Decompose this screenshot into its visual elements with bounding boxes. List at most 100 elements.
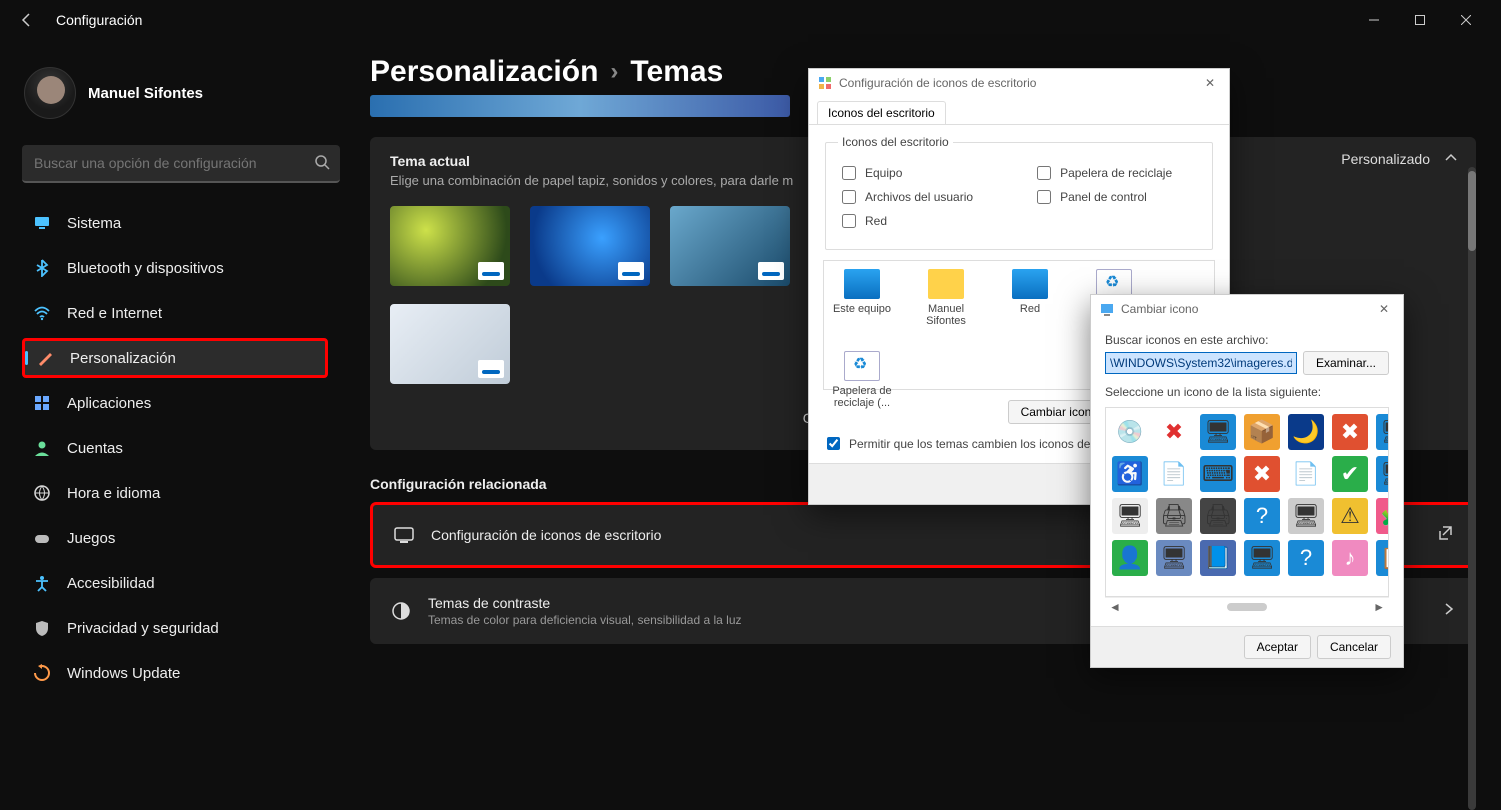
grid-icon[interactable]: 🖥	[1376, 414, 1389, 450]
dialog-titlebar[interactable]: Configuración de iconos de escritorio ✕	[809, 69, 1229, 97]
grid-icon[interactable]: ?	[1288, 540, 1324, 576]
grid-icon[interactable]: 👤	[1112, 540, 1148, 576]
theme-thumb-2[interactable]	[530, 206, 650, 286]
icon-label: Papelera de reciclaje (...	[832, 385, 892, 409]
search-input[interactable]	[32, 154, 314, 172]
sidebar-item-wifi[interactable]: Red e Internet	[22, 293, 328, 333]
grid-icon[interactable]: ✖	[1332, 414, 1368, 450]
scrollbar[interactable]	[1468, 167, 1476, 810]
close-button[interactable]	[1443, 5, 1489, 35]
checkbox-equipo[interactable]: Equipo	[838, 163, 973, 183]
grid-icon[interactable]: ✖	[1244, 456, 1280, 492]
checkbox-papelera-de-reciclaje[interactable]: Papelera de reciclaje	[1033, 163, 1172, 183]
theme-thumb-1[interactable]	[390, 206, 510, 286]
display-icon	[32, 213, 52, 233]
grid-icon[interactable]: 📄	[1156, 456, 1192, 492]
icon-path-input[interactable]	[1105, 352, 1297, 374]
sidebar-item-display[interactable]: Sistema	[22, 203, 328, 243]
grid-icon[interactable]: 🧩	[1376, 498, 1389, 534]
grid-icon[interactable]: 🖥	[1244, 540, 1280, 576]
grid-icon[interactable]: 🖨	[1200, 498, 1236, 534]
sidebar-item-bluetooth[interactable]: Bluetooth y dispositivos	[22, 248, 328, 288]
checkbox-input[interactable]	[842, 214, 856, 228]
grid-icon[interactable]: 📄	[1288, 456, 1324, 492]
dialog-title: Configuración de iconos de escritorio	[839, 76, 1036, 90]
checkbox-label: Red	[865, 214, 887, 228]
breadcrumb-chevron-icon: ›	[610, 58, 618, 86]
scroll-left-icon[interactable]: ◄	[1109, 600, 1121, 614]
sidebar-item-accessibility[interactable]: Accesibilidad	[22, 563, 328, 603]
browse-button[interactable]: Examinar...	[1303, 351, 1389, 375]
grid-icon[interactable]: ✖	[1156, 414, 1192, 450]
grid-icon[interactable]: 🌙	[1288, 414, 1324, 450]
checkbox-input[interactable]	[1037, 166, 1051, 180]
sidebar-item-label: Bluetooth y dispositivos	[67, 260, 224, 277]
grid-icon[interactable]: ♿	[1112, 456, 1148, 492]
ok-button[interactable]: Aceptar	[1244, 635, 1311, 659]
setting-row-title: Temas de contraste	[428, 595, 742, 611]
allow-themes-input[interactable]	[827, 437, 840, 450]
sidebar-item-brush[interactable]: Personalización	[22, 338, 328, 378]
grid-icon[interactable]: ?	[1244, 498, 1280, 534]
checkbox-input[interactable]	[842, 166, 856, 180]
sidebar-item-shield[interactable]: Privacidad y seguridad	[22, 608, 328, 648]
dialog-titlebar[interactable]: Cambiar icono ✕	[1091, 295, 1403, 323]
close-icon[interactable]: ✕	[1373, 300, 1395, 318]
icon-item[interactable]: Manuel Sifontes	[916, 269, 976, 327]
grid-icon[interactable]: ♪	[1332, 540, 1368, 576]
group-title: Iconos del escritorio	[838, 135, 953, 149]
grid-icon[interactable]: 📘	[1200, 540, 1236, 576]
sidebar-item-person[interactable]: Cuentas	[22, 428, 328, 468]
checkbox-input[interactable]	[1037, 190, 1051, 204]
icon-item[interactable]: Papelera de reciclaje (...	[832, 351, 892, 409]
cancel-button[interactable]: Cancelar	[1317, 635, 1391, 659]
icon-image	[844, 269, 880, 299]
scroll-right-icon[interactable]: ►	[1373, 600, 1385, 614]
user-block[interactable]: Manuel Sifontes	[22, 63, 328, 123]
checkbox-input[interactable]	[842, 190, 856, 204]
select-icon-label: Seleccione un icono de la lista siguient…	[1105, 385, 1389, 399]
back-button[interactable]	[12, 5, 42, 35]
avatar	[24, 67, 76, 119]
grid-icon[interactable]: 🖥	[1288, 498, 1324, 534]
grid-icon[interactable]: 🖥	[1156, 540, 1192, 576]
grid-icon[interactable]: ✔	[1332, 456, 1368, 492]
sidebar-item-label: Accesibilidad	[67, 575, 155, 592]
sidebar-item-globe[interactable]: Hora e idioma	[22, 473, 328, 513]
setting-row-title: Configuración de iconos de escritorio	[431, 527, 661, 543]
tab-desktop-icons[interactable]: Iconos del escritorio	[817, 101, 946, 124]
sidebar-item-label: Windows Update	[67, 665, 180, 682]
breadcrumb-parent[interactable]: Personalización	[370, 55, 598, 89]
sidebar-item-apps[interactable]: Aplicaciones	[22, 383, 328, 423]
chevron-up-icon[interactable]	[1444, 151, 1458, 170]
grid-icon[interactable]: 🖨	[1156, 498, 1192, 534]
maximize-button[interactable]	[1397, 5, 1443, 35]
sidebar-item-update[interactable]: Windows Update	[22, 653, 328, 693]
setting-row-subtitle: Temas de color para deficiencia visual, …	[428, 613, 742, 627]
grid-icon[interactable]: ⌨	[1200, 456, 1236, 492]
icon-item[interactable]: Red	[1000, 269, 1060, 327]
minimize-button[interactable]	[1351, 5, 1397, 35]
scrollbar-thumb[interactable]	[1468, 171, 1476, 251]
checkbox-label: Panel de control	[1060, 190, 1147, 204]
sidebar-item-gamepad[interactable]: Juegos	[22, 518, 328, 558]
checkbox-archivos-del-usuario[interactable]: Archivos del usuario	[838, 187, 973, 207]
icon-grid-scrollbar[interactable]: ◄ ►	[1105, 597, 1389, 616]
icon-grid[interactable]: 💿✖🖥📦🌙✖🖥♿📄⌨✖📄✔🖥🖥🖨🖨?🖥⚠🧩👤🖥📘🖥?♪📋	[1105, 407, 1389, 597]
grid-icon[interactable]: 🖥	[1376, 456, 1389, 492]
grid-icon[interactable]: 💿	[1112, 414, 1148, 450]
grid-icon[interactable]: ⚠	[1332, 498, 1368, 534]
grid-icon[interactable]: 📋	[1376, 540, 1389, 576]
grid-icon[interactable]: 🖥	[1200, 414, 1236, 450]
checkbox-label: Papelera de reciclaje	[1060, 166, 1172, 180]
scrollbar-thumb[interactable]	[1227, 603, 1267, 611]
checkbox-panel-de-control[interactable]: Panel de control	[1033, 187, 1172, 207]
grid-icon[interactable]: 📦	[1244, 414, 1280, 450]
icon-item[interactable]: Este equipo	[832, 269, 892, 327]
grid-icon[interactable]: 🖥	[1112, 498, 1148, 534]
search-box[interactable]	[22, 145, 340, 183]
theme-thumb-3[interactable]	[670, 206, 790, 286]
theme-thumb-4[interactable]	[390, 304, 510, 384]
close-icon[interactable]: ✕	[1199, 74, 1221, 92]
checkbox-red[interactable]: Red	[838, 211, 973, 231]
